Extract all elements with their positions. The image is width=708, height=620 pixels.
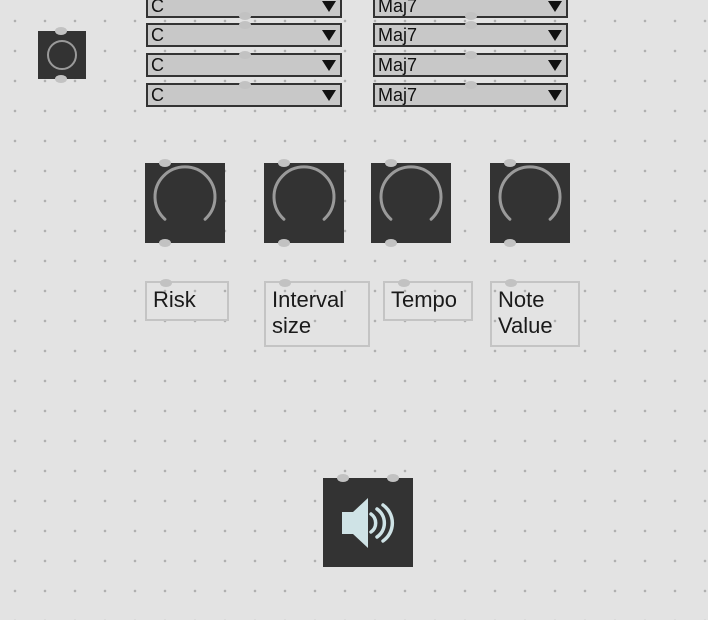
note-menu-4[interactable]: C [146, 81, 342, 107]
inlet-nub [465, 81, 477, 89]
risk-dial[interactable] [145, 159, 225, 247]
inlet-nub [159, 159, 171, 167]
dropdown-arrow-icon [322, 1, 336, 12]
outlet-nub [239, 12, 251, 20]
chord-menu-4[interactable]: Maj7 [373, 81, 568, 107]
inlet-nub [239, 81, 251, 89]
outlet-nub [504, 239, 516, 247]
inlet-nub [504, 159, 516, 167]
chord-menu-value: Maj7 [378, 55, 418, 75]
risk-comment: Risk [145, 279, 229, 321]
dial-arc-icon [379, 165, 443, 221]
outlet-nub [278, 239, 290, 247]
dropdown-arrow-icon [548, 1, 562, 12]
note-value-comment: Note Value [490, 279, 580, 347]
comment-text: Interval size [272, 287, 345, 338]
note-menu-value: C [151, 25, 164, 45]
inlet-nub [278, 159, 290, 167]
inlet-nub [505, 279, 517, 287]
inlet-nub [337, 474, 349, 482]
dropdown-arrow-icon [548, 90, 562, 101]
inlet-nub [398, 279, 410, 287]
dropdown-arrow-icon [548, 30, 562, 41]
inlet-nub [160, 279, 172, 287]
dropdown-arrow-icon [548, 60, 562, 71]
note-menu-3[interactable]: C [146, 51, 342, 77]
inlet-nub [279, 279, 291, 287]
comment-text: Risk [153, 287, 196, 312]
dropdown-arrow-icon [322, 30, 336, 41]
chord-menu-2[interactable]: Maj7 [373, 21, 568, 47]
outlet-nub [55, 75, 67, 83]
chord-menu-3[interactable]: Maj7 [373, 51, 568, 77]
inlet-nub [387, 474, 399, 482]
dial-arc-icon [153, 165, 217, 221]
tempo-dial[interactable] [371, 159, 451, 247]
interval-size-comment: Interval size [264, 279, 370, 347]
interval-size-dial[interactable] [264, 159, 344, 247]
note-menu-value: C [151, 0, 164, 16]
tempo-comment: Tempo [383, 279, 473, 321]
toggle-button[interactable] [38, 27, 86, 83]
dropdown-arrow-icon [322, 60, 336, 71]
inlet-nub [385, 159, 397, 167]
outlet-nub [465, 12, 477, 20]
dial-arc-icon [498, 165, 562, 221]
outlet-nub [159, 239, 171, 247]
dropdown-arrow-icon [322, 90, 336, 101]
comment-text: Note Value [498, 287, 553, 338]
outlet-nub [385, 239, 397, 247]
note-menu-value: C [151, 55, 164, 75]
dial-arc-icon [272, 165, 336, 221]
toggle-ring-icon [47, 40, 77, 70]
inlet-nub [239, 51, 251, 59]
note-value-dial[interactable] [490, 159, 570, 247]
speaker-icon [342, 498, 395, 548]
inlet-nub [465, 21, 477, 29]
inlet-nub [465, 51, 477, 59]
audio-toggle-button[interactable] [323, 474, 413, 567]
chord-menu-value: Maj7 [378, 25, 418, 45]
chord-menu-value: Maj7 [378, 0, 418, 16]
chord-menu-value: Maj7 [378, 85, 418, 105]
inlet-nub [55, 27, 67, 35]
note-menu-value: C [151, 85, 164, 105]
note-menu-2[interactable]: C [146, 21, 342, 47]
chord-menu-1[interactable]: Maj7 [373, 0, 568, 20]
comment-text: Tempo [391, 287, 458, 312]
note-menu-1[interactable]: C [146, 0, 342, 20]
inlet-nub [239, 21, 251, 29]
